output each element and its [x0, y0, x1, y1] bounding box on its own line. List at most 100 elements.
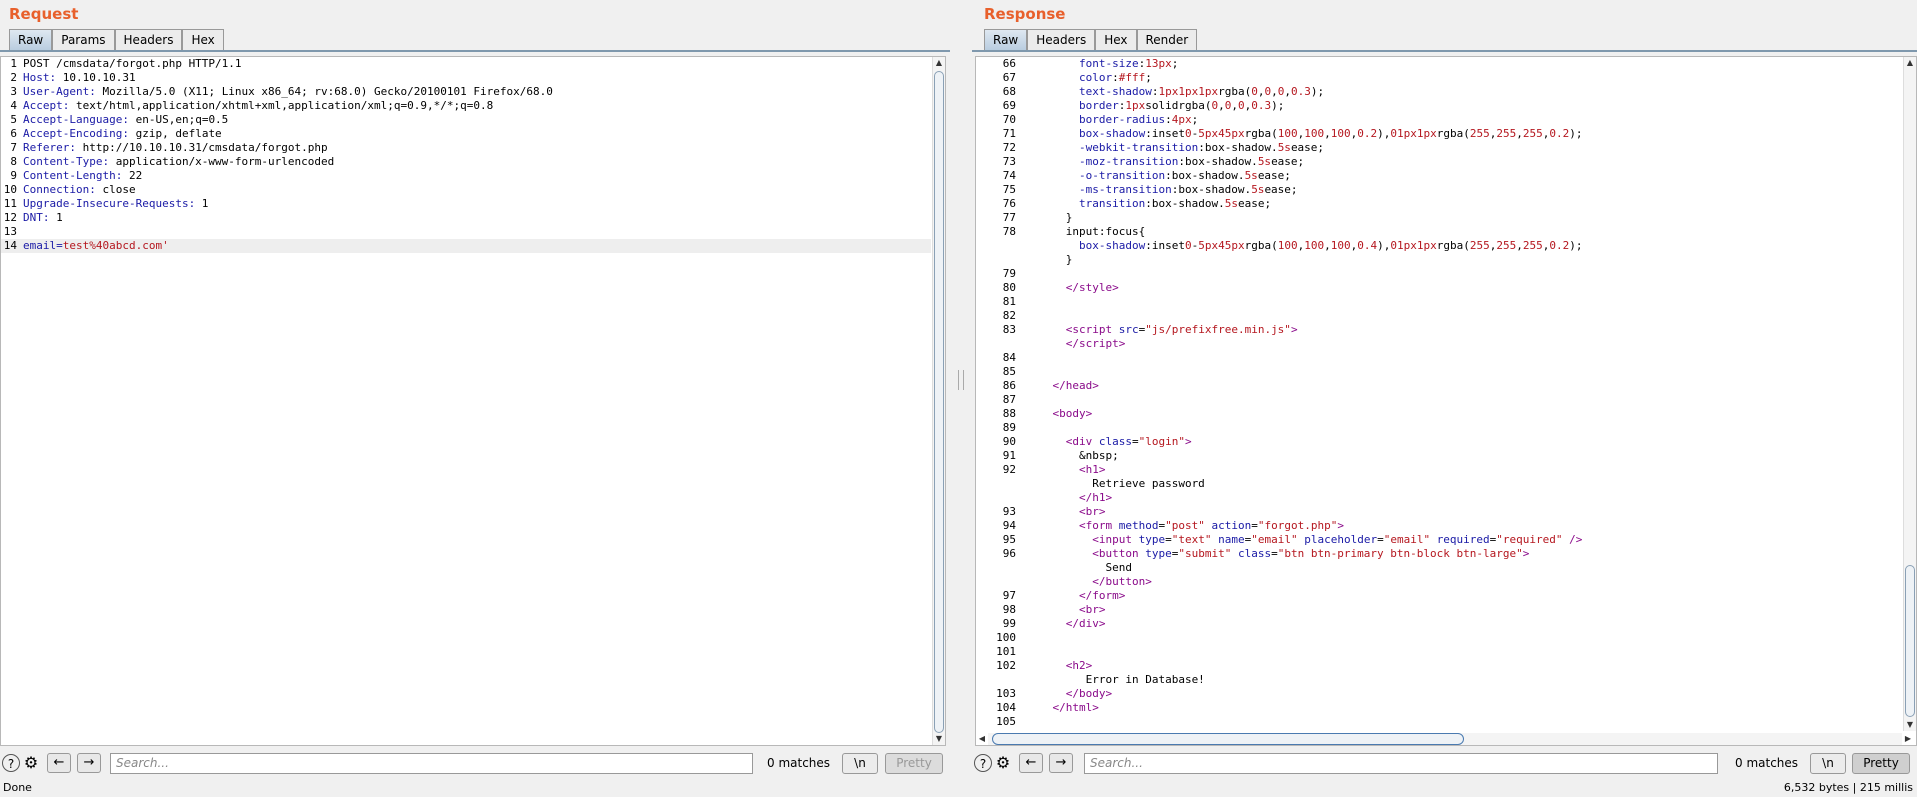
- line-number: 92: [1002, 463, 1016, 476]
- status-bar: Done 6,532 bytes | 215 millis: [0, 779, 1917, 797]
- response-tab-hex[interactable]: Hex: [1095, 29, 1137, 50]
- header-name: Content-Length:: [23, 169, 123, 182]
- response-line: 79: [976, 267, 1901, 281]
- header-value: test%40abcd.com': [62, 239, 169, 252]
- line-text: </script>: [1065, 337, 1126, 350]
- response-line: 71 box-shadow:inset0-5px45pxrgba(100,100…: [976, 127, 1901, 141]
- response-editor[interactable]: 66 font-size:13px; 67 color:#fff; 68 text-…: [975, 56, 1917, 746]
- scroll-left-icon[interactable]: ◀: [976, 733, 988, 745]
- response-tab-raw[interactable]: Raw: [984, 29, 1028, 50]
- line-text: Accept-Encoding: gzip, deflate: [23, 127, 222, 141]
- line-text: Error in Database!: [1026, 673, 1205, 686]
- response-hscroll-thumb[interactable]: [992, 733, 1464, 745]
- line-number: 99: [1002, 617, 1016, 630]
- request-line: 8 Content-Type: application/x-www-form-ur…: [1, 155, 931, 169]
- header-value: application/x-www-form-urlencoded: [109, 155, 335, 168]
- scroll-right-icon[interactable]: ▶: [1902, 733, 1914, 745]
- response-tabs: Raw Headers Hex Render: [984, 29, 1198, 50]
- request-tabs: Raw Params Headers Hex: [9, 29, 224, 50]
- response-tab-render[interactable]: Render: [1136, 29, 1198, 50]
- response-line: }: [976, 253, 1901, 267]
- line-text: Accept: text/html,application/xhtml+xml,…: [23, 99, 493, 113]
- response-line: 88 <body>: [976, 407, 1901, 421]
- response-search-input[interactable]: Search...: [1084, 753, 1718, 774]
- line-text: </h1>: [1078, 491, 1113, 504]
- previous-match-button[interactable]: ←: [1019, 753, 1043, 773]
- request-tab-raw[interactable]: Raw: [9, 29, 53, 50]
- line-number: 97: [1002, 589, 1016, 602]
- scroll-up-icon[interactable]: ▲: [1904, 57, 1916, 69]
- help-icon[interactable]: ?: [2, 754, 20, 772]
- gear-icon[interactable]: ⚙: [22, 754, 40, 772]
- line-text: </form>: [1078, 589, 1126, 602]
- line-number: 83: [1002, 323, 1016, 336]
- response-line: 67 color:#fff;: [976, 71, 1901, 85]
- line-number: 85: [1002, 365, 1016, 378]
- request-scroll-thumb[interactable]: [934, 71, 944, 733]
- line-text: -o-transition:box-shadow.5sease;: [1078, 169, 1291, 182]
- line-text: <body>: [1052, 407, 1093, 420]
- response-tab-headers[interactable]: Headers: [1027, 29, 1096, 50]
- line-number: 14: [3, 239, 17, 252]
- gear-icon[interactable]: ⚙: [994, 754, 1012, 772]
- header-value: http://10.10.10.31/cmsdata/forgot.php: [75, 141, 328, 154]
- response-horizontal-scrollbar[interactable]: ◀ ▶: [979, 733, 1911, 745]
- line-number: 76: [1002, 197, 1016, 210]
- response-line: 69 border:1pxsolidrgba(0,0,0,0.3);: [976, 99, 1901, 113]
- response-line: 87: [976, 393, 1901, 407]
- line-number: 87: [1002, 393, 1016, 406]
- status-text: Done: [3, 781, 32, 794]
- request-tab-headers[interactable]: Headers: [114, 29, 183, 50]
- header-name: DNT:: [23, 211, 50, 224]
- response-line: </script>: [976, 337, 1901, 351]
- splitter-grip-icon[interactable]: [958, 370, 964, 390]
- header-name: Referer:: [23, 141, 76, 154]
- scroll-down-icon[interactable]: ▼: [933, 733, 945, 745]
- request-vertical-scrollbar[interactable]: ▲ ▼: [932, 57, 945, 745]
- next-match-button[interactable]: →: [1049, 753, 1073, 773]
- header-value: 22: [122, 169, 143, 182]
- response-line: 91 &nbsp;: [976, 449, 1901, 463]
- line-text: input:focus{: [1026, 225, 1146, 238]
- header-name: Content-Type:: [23, 155, 110, 168]
- response-newline-toggle[interactable]: \n: [1810, 753, 1846, 774]
- request-pretty-button[interactable]: Pretty: [885, 753, 943, 774]
- next-match-button[interactable]: →: [77, 753, 101, 773]
- request-line: 13: [1, 225, 931, 239]
- header-name: User-Agent:: [23, 85, 96, 98]
- response-line: 101: [976, 645, 1901, 659]
- scroll-down-icon[interactable]: ▼: [1904, 719, 1916, 731]
- line-number: 79: [1002, 267, 1016, 280]
- line-text: <form method="post" action="forgot.php">: [1078, 519, 1344, 532]
- line-number: 96: [1002, 547, 1016, 560]
- line-number: 6: [10, 127, 17, 140]
- response-pretty-button[interactable]: Pretty: [1852, 753, 1910, 774]
- request-search-bar: ? ⚙ ← → Search... 0 matches \n Pretty: [0, 752, 950, 778]
- scroll-up-icon[interactable]: ▲: [933, 57, 945, 69]
- line-text: box-shadow:inset0-5px45pxrgba(100,100,10…: [1078, 239, 1583, 252]
- previous-match-button[interactable]: ←: [47, 753, 71, 773]
- header-value: text/html,application/xhtml+xml,applicat…: [69, 99, 494, 112]
- line-text: }: [1026, 211, 1073, 224]
- request-newline-toggle[interactable]: \n: [842, 753, 878, 774]
- request-tab-params[interactable]: Params: [52, 29, 115, 50]
- pane-splitter[interactable]: [950, 0, 972, 778]
- header-value: 10.10.10.31: [56, 71, 136, 84]
- request-tab-hex[interactable]: Hex: [182, 29, 224, 50]
- response-line: 82: [976, 309, 1901, 323]
- request-editor[interactable]: 1 POST /cmsdata/forgot.php HTTP/1.1 2 Host:…: [0, 56, 946, 746]
- response-vertical-scrollbar[interactable]: ▲ ▼: [1903, 57, 1916, 731]
- line-number: 80: [1002, 281, 1016, 294]
- response-line: </h1>: [976, 491, 1901, 505]
- line-text: </body>: [1065, 687, 1113, 700]
- header-name: Connection:: [23, 183, 96, 196]
- line-text: <br>: [1078, 603, 1106, 616]
- response-scroll-thumb[interactable]: [1905, 565, 1915, 717]
- help-icon[interactable]: ?: [974, 754, 992, 772]
- line-text: -ms-transition:box-shadow.5sease;: [1078, 183, 1298, 196]
- request-line: 6 Accept-Encoding: gzip, deflate: [1, 127, 931, 141]
- line-number: 72: [1002, 141, 1016, 154]
- request-search-input[interactable]: Search...: [110, 753, 753, 774]
- response-line: 76 transition:box-shadow.5sease;: [976, 197, 1901, 211]
- line-number: 86: [1002, 379, 1016, 392]
